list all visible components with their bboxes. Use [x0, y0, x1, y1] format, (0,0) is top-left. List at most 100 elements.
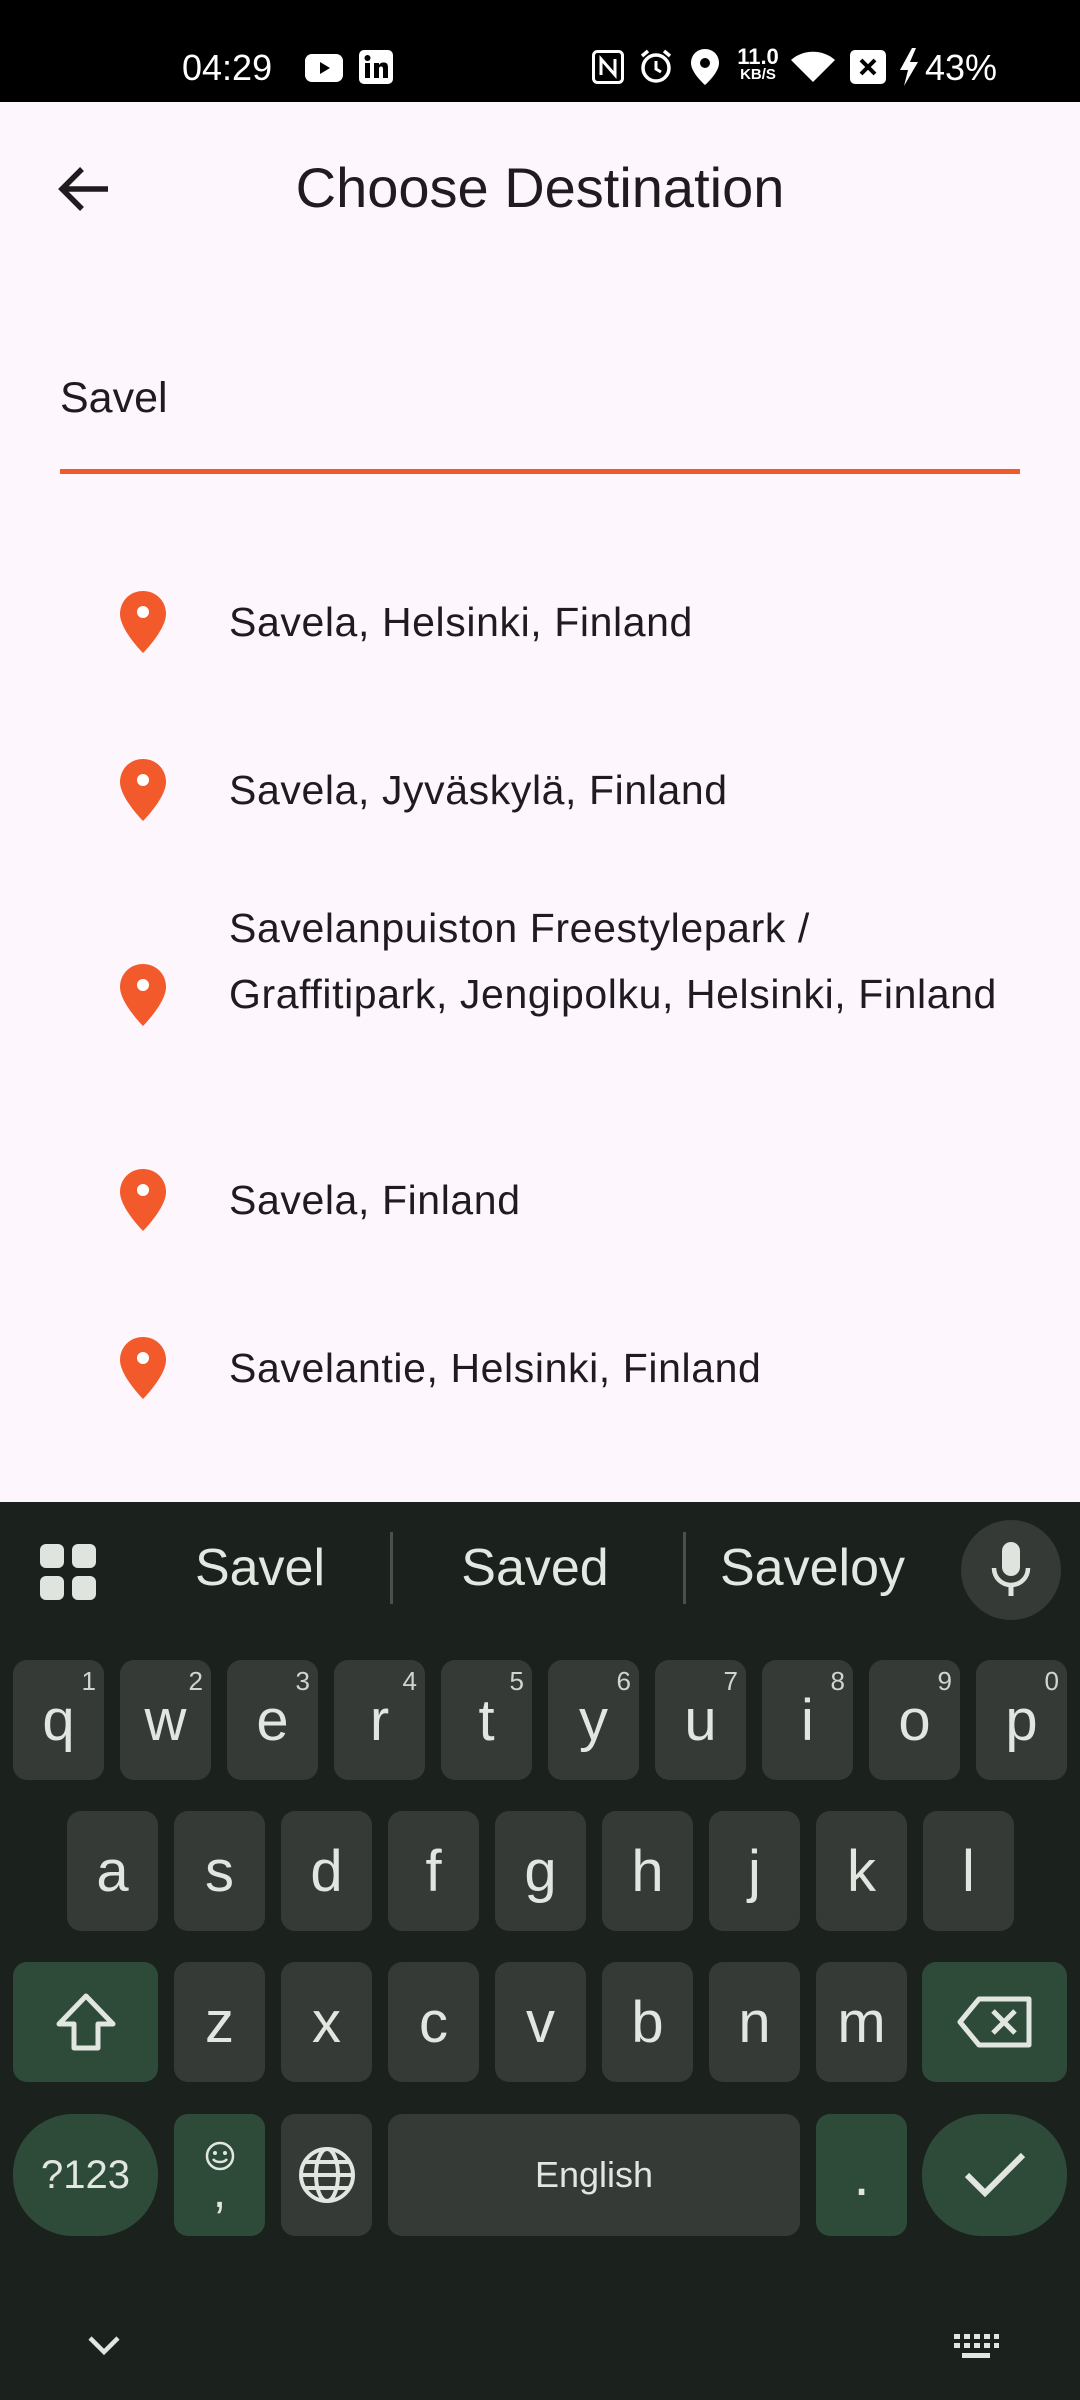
wifi-icon [791, 51, 835, 82]
suggestion-3[interactable]: Saveloy [700, 1536, 925, 1600]
key-hint: 7 [723, 1666, 738, 1696]
period-key[interactable]: . [816, 2114, 907, 2236]
key-w[interactable]: w2 [120, 1660, 211, 1780]
suggestion-bar: Savel Saved Saveloy [0, 1502, 1080, 1632]
voice-input-button[interactable] [961, 1520, 1061, 1620]
language-key[interactable] [281, 2114, 372, 2236]
key-label: t [478, 1687, 495, 1753]
key-v[interactable]: v [495, 1962, 586, 2082]
key-x[interactable]: x [281, 1962, 372, 2082]
key-label: , [212, 2165, 227, 2218]
key-label: c [419, 1989, 448, 2055]
key-e[interactable]: e3 [227, 1660, 318, 1780]
key-label: q [42, 1687, 75, 1753]
key-o[interactable]: o9 [869, 1660, 960, 1780]
key-f[interactable]: f [388, 1811, 479, 1931]
symbols-key[interactable]: ?123 [13, 2114, 158, 2236]
charging-icon [900, 48, 918, 86]
result-label: Savela, Jyväskylä, Finland [229, 767, 728, 813]
key-label: ?123 [41, 2152, 130, 2197]
key-a[interactable]: a [67, 1811, 158, 1931]
key-j[interactable]: j [709, 1811, 800, 1931]
location-pin-icon [120, 964, 166, 1026]
result-item[interactable]: Savela, Finland [0, 1150, 1080, 1250]
result-item[interactable]: Savelantie, Helsinki, Finland [0, 1318, 1080, 1418]
keyboard-switch-icon[interactable] [952, 2332, 1000, 2364]
result-label: Savela, Finland [229, 1177, 521, 1223]
key-label: b [631, 1989, 664, 2055]
backspace-icon [957, 1996, 1031, 2048]
location-pin-icon [120, 1337, 166, 1399]
key-label: y [579, 1687, 608, 1753]
key-label: f [425, 1838, 442, 1904]
apps-grid-icon[interactable] [38, 1542, 98, 1602]
alarm-icon [640, 49, 672, 83]
key-b[interactable]: b [602, 1962, 693, 2082]
suggestion-2[interactable]: Saved [410, 1536, 660, 1600]
key-hint: 0 [1044, 1666, 1059, 1696]
key-label: . [853, 2142, 870, 2208]
key-c[interactable]: c [388, 1962, 479, 2082]
result-item[interactable]: Savela, Helsinki, Finland [0, 572, 1080, 672]
key-label: p [1005, 1687, 1038, 1753]
emoji-comma-key[interactable]: , [174, 2114, 265, 2236]
key-z[interactable]: z [174, 1962, 265, 2082]
key-s[interactable]: s [174, 1811, 265, 1931]
key-label: n [738, 1989, 771, 2055]
key-p[interactable]: p0 [976, 1660, 1067, 1780]
location-pin-icon [120, 1169, 166, 1231]
key-label: l [962, 1838, 975, 1904]
key-k[interactable]: k [816, 1811, 907, 1931]
key-hint: 6 [616, 1666, 631, 1696]
key-y[interactable]: y6 [548, 1660, 639, 1780]
key-h[interactable]: h [602, 1811, 693, 1931]
status-time: 04:29 [182, 47, 273, 88]
key-m[interactable]: m [816, 1962, 907, 2082]
key-hint: 8 [830, 1666, 845, 1696]
key-label: u [684, 1687, 717, 1753]
done-key[interactable] [922, 2114, 1067, 2236]
key-label: h [631, 1838, 664, 1904]
result-label: Savelanpuiston Freestylepark / Graffitip… [229, 905, 997, 1017]
backspace-key[interactable] [922, 1962, 1067, 2082]
key-t[interactable]: t5 [441, 1660, 532, 1780]
suggestion-divider [390, 1532, 393, 1604]
app-bar: Choose Destination [0, 102, 1080, 270]
key-label: v [526, 1989, 555, 2055]
key-u[interactable]: u7 [655, 1660, 746, 1780]
key-label: i [801, 1687, 814, 1753]
suggestion-divider [683, 1532, 686, 1604]
net-speed-unit: KB/S [740, 66, 776, 83]
suggestion-1[interactable]: Savel [150, 1536, 370, 1600]
key-r[interactable]: r4 [334, 1660, 425, 1780]
result-item[interactable]: Savelanpuiston Freestylepark / Graffitip… [0, 895, 1080, 1093]
key-hint: 2 [188, 1666, 203, 1696]
key-label: English [534, 2154, 654, 2195]
key-n[interactable]: n [709, 1962, 800, 2082]
linkedin-icon [359, 50, 393, 84]
destination-search-field[interactable] [60, 340, 1020, 474]
key-d[interactable]: d [281, 1811, 372, 1931]
shift-key[interactable] [13, 1962, 158, 2082]
space-key[interactable]: English [388, 2114, 800, 2236]
location-icon [691, 49, 719, 85]
soft-keyboard: Savel Saved Saveloy q1 w2 e3 r4 t5 y6 u7… [0, 1502, 1080, 2400]
key-label: j [748, 1838, 761, 1904]
network-speed: 11.0 KB/S [733, 46, 783, 84]
status-bar: 04:29 11.0 KB/S 43% [0, 0, 1080, 102]
key-hint: 9 [937, 1666, 952, 1696]
key-l[interactable]: l [923, 1811, 1014, 1931]
checkmark-icon [964, 2152, 1025, 2198]
key-label: x [312, 1989, 341, 2055]
key-label: w [144, 1687, 187, 1753]
key-i[interactable]: i8 [762, 1660, 853, 1780]
key-hint: 4 [402, 1666, 417, 1696]
destination-search-input[interactable] [60, 368, 1000, 428]
hide-keyboard-icon[interactable] [86, 2334, 122, 2358]
key-g[interactable]: g [495, 1811, 586, 1931]
result-item[interactable]: Savela, Jyväskylä, Finland [0, 740, 1080, 840]
key-label: o [898, 1687, 931, 1753]
key-q[interactable]: q1 [13, 1660, 104, 1780]
key-hint: 3 [295, 1666, 310, 1696]
key-label: g [524, 1838, 557, 1904]
